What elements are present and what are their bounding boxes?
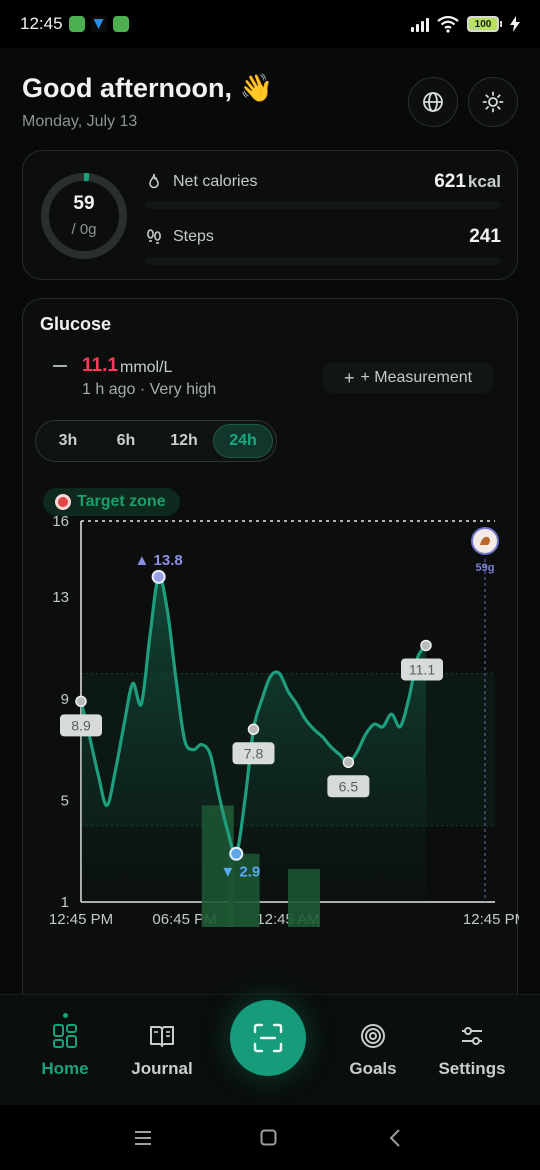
ring-value: 59 xyxy=(73,193,95,214)
reading-value-label: 7.8 xyxy=(244,745,264,761)
status-bar: 12:45 100 xyxy=(0,0,540,48)
nav-journal-label: Journal xyxy=(131,1059,193,1078)
battery-level: 100 xyxy=(467,16,499,32)
journal-book-icon xyxy=(150,1026,174,1047)
sliders-icon xyxy=(462,1027,482,1045)
daily-summary-card[interactable]: 59 / 0g Net calories 621 kcal Steps 241 xyxy=(22,150,518,280)
reading-value-label: 6.5 xyxy=(339,778,359,794)
reading-value-label: 11.1 xyxy=(409,661,435,677)
theme-toggle-button[interactable] xyxy=(468,77,518,127)
x-tick-label: 12:45 PM xyxy=(49,911,113,928)
home-icon[interactable] xyxy=(260,1129,277,1146)
scan-meal-button[interactable] xyxy=(230,1000,306,1076)
status-time: 12:45 xyxy=(20,14,63,33)
y-tick-label: 9 xyxy=(61,691,69,708)
active-indicator xyxy=(62,1013,68,1018)
notification-app-icon xyxy=(90,16,107,32)
greeting-title: Good afternoon, 👋 xyxy=(22,73,274,103)
wifi-icon xyxy=(437,15,459,33)
y-tick-label: 16 xyxy=(52,513,69,530)
net-calories-value: 621 xyxy=(434,171,466,192)
max-point-label: ▲ 13.8 xyxy=(135,552,183,569)
signal-icon xyxy=(411,16,429,32)
back-icon[interactable] xyxy=(389,1129,401,1147)
net-calories-label: Net calories xyxy=(173,173,258,190)
glucose-card: Glucose 11.1 mmol/L 1 h ago · Very high … xyxy=(22,298,519,1019)
steps-label: Steps xyxy=(173,228,214,245)
steps-row: Steps 241 xyxy=(145,224,501,250)
nav-settings-label: Settings xyxy=(438,1059,506,1078)
x-tick-label: 12:45 PM xyxy=(463,911,519,928)
net-calories-unit: kcal xyxy=(467,172,501,191)
nav-settings[interactable]: Settings xyxy=(422,1023,522,1079)
sun-icon xyxy=(482,91,504,113)
flame-icon xyxy=(149,173,159,189)
current-date: Monday, July 13 xyxy=(22,113,138,130)
min-point-label: ▼ 2.9 xyxy=(220,864,260,881)
reading-point-marker xyxy=(342,756,355,769)
language-button[interactable] xyxy=(408,77,458,127)
nav-goals[interactable]: Goals xyxy=(323,1023,423,1079)
notification-app-icon xyxy=(68,16,85,32)
nav-journal[interactable]: Journal xyxy=(112,1023,212,1079)
nav-goals-label: Goals xyxy=(349,1059,397,1078)
reading-value-label: 8.9 xyxy=(71,717,91,733)
min-point-marker xyxy=(229,846,244,861)
y-tick-label: 5 xyxy=(61,792,69,809)
globe-icon xyxy=(423,92,443,112)
notification-app-icon xyxy=(112,16,129,32)
net-calories-progress xyxy=(145,201,501,209)
meal-carbs-label: 59g xyxy=(476,562,495,574)
nav-home[interactable]: Home xyxy=(15,1013,115,1079)
steps-progress xyxy=(145,257,501,265)
battery-icon: 100 xyxy=(467,16,502,32)
home-grid-icon xyxy=(53,1024,77,1048)
charging-icon xyxy=(510,16,520,32)
steps-value: 241 xyxy=(469,226,501,247)
footprints-icon xyxy=(147,229,161,244)
glucose-chart[interactable]: 161395112:45 PM06:45 PM12:45 AM12:45 PM5… xyxy=(23,299,519,1019)
net-calories-row: Net calories 621 kcal xyxy=(145,169,501,195)
y-tick-label: 13 xyxy=(52,589,69,606)
carbs-progress-ring xyxy=(41,173,127,259)
recents-icon[interactable] xyxy=(134,1130,152,1146)
reading-point-marker xyxy=(75,695,87,708)
scan-icon xyxy=(253,1023,283,1053)
nav-home-label: Home xyxy=(41,1059,89,1078)
ring-goal: / 0g xyxy=(71,221,97,238)
target-icon xyxy=(361,1024,385,1048)
max-point-marker xyxy=(151,569,166,584)
system-navigation-bar xyxy=(0,1105,540,1170)
reading-point-marker xyxy=(420,639,432,652)
y-tick-label: 1 xyxy=(61,894,69,911)
reading-point-marker xyxy=(247,723,260,736)
